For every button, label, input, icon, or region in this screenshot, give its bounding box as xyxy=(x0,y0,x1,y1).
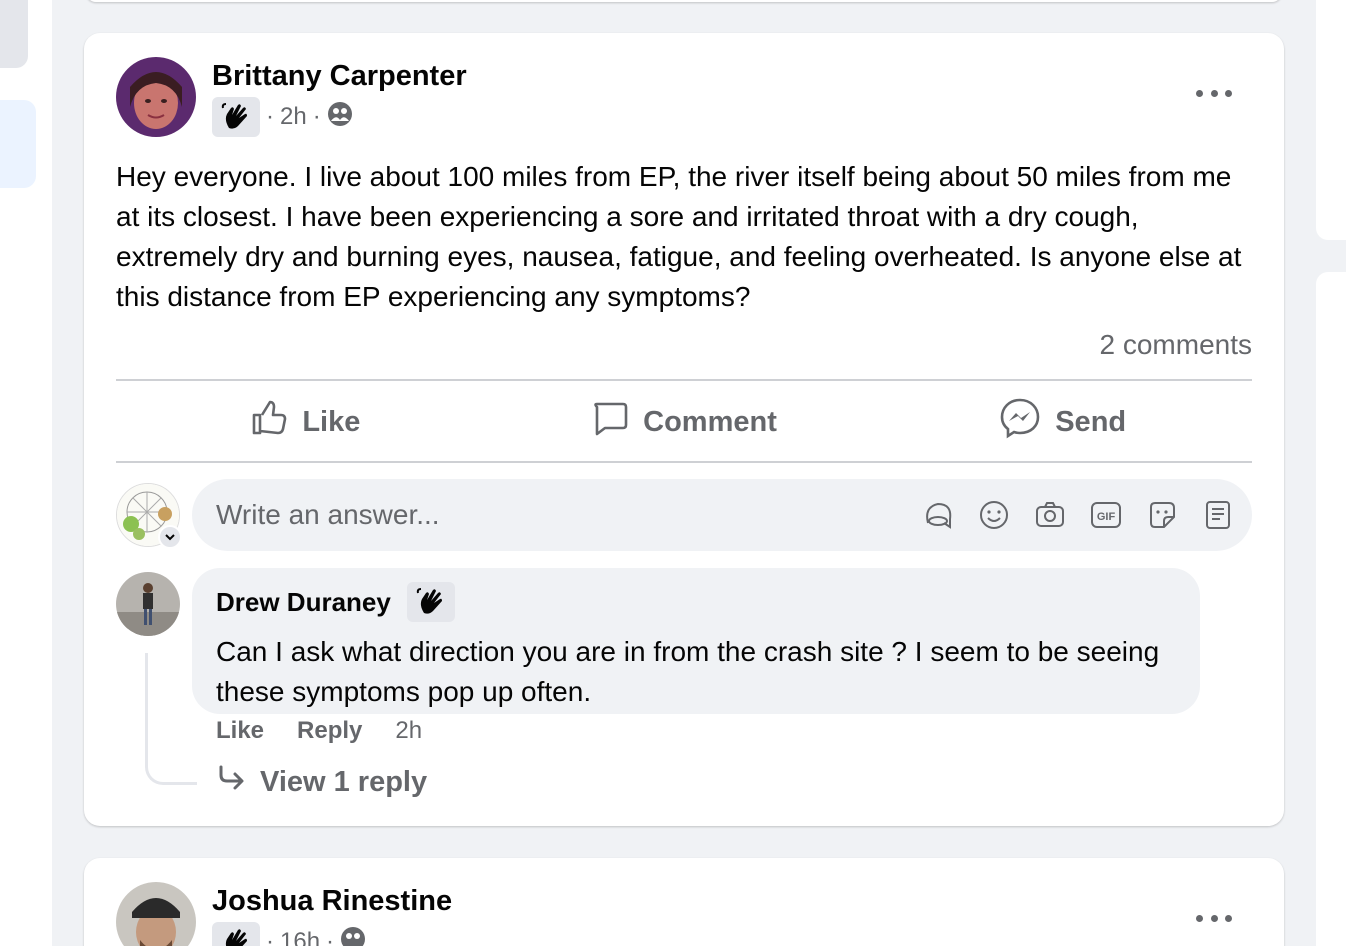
comment-label: Comment xyxy=(643,405,777,438)
group-members-icon[interactable] xyxy=(340,926,366,946)
comment-text: Can I ask what direction you are in from… xyxy=(216,636,1160,707)
clipboard-icon[interactable] xyxy=(1202,499,1234,531)
wave-hand-icon[interactable] xyxy=(212,97,260,137)
meta-separator: · xyxy=(266,928,274,946)
post-actions: Like Comment Send xyxy=(116,382,1252,462)
emoji-icon[interactable] xyxy=(978,499,1010,531)
speech-bubble-icon xyxy=(591,399,629,445)
left-rail xyxy=(0,0,52,946)
comment-count[interactable]: 2 comments xyxy=(1100,329,1253,361)
divider xyxy=(116,461,1252,463)
post-meta: · 16h · xyxy=(212,922,366,946)
chevron-down-icon[interactable] xyxy=(158,525,182,549)
camera-icon[interactable] xyxy=(1034,499,1066,531)
group-members-icon[interactable] xyxy=(327,101,353,134)
left-rail-item-selected[interactable] xyxy=(0,100,36,188)
post-card: Brittany Carpenter · 2h · Hey everyone. … xyxy=(84,33,1284,826)
wave-hand-icon[interactable] xyxy=(212,922,260,946)
send-button[interactable]: Send xyxy=(873,382,1252,462)
comment-actions: Like Reply 2h xyxy=(216,717,422,745)
answer-placeholder: Write an answer... xyxy=(216,499,440,530)
messenger-icon xyxy=(999,397,1041,447)
post-timestamp[interactable]: 16h xyxy=(280,928,320,946)
comment-thread-line xyxy=(145,653,197,785)
right-rail-card xyxy=(1316,0,1346,240)
comment-like-button[interactable]: Like xyxy=(216,717,264,745)
author-avatar[interactable] xyxy=(116,57,196,137)
send-label: Send xyxy=(1055,405,1127,438)
more-options-icon[interactable] xyxy=(1196,910,1232,926)
wave-hand-icon[interactable] xyxy=(406,582,455,622)
right-rail xyxy=(1316,0,1346,946)
thumbs-up-icon xyxy=(250,399,288,445)
comment-header: Drew Duraney xyxy=(216,582,1176,622)
comment-button[interactable]: Comment xyxy=(495,382,874,462)
comment-author-name[interactable]: Drew Duraney xyxy=(216,587,391,618)
meta-separator: · xyxy=(266,103,274,130)
meta-separator: · xyxy=(312,103,321,130)
post-author-name[interactable]: Brittany Carpenter xyxy=(212,60,467,93)
comment-timestamp[interactable]: 2h xyxy=(395,717,422,745)
svg-text:GIF: GIF xyxy=(1097,511,1116,523)
comment-reply-button[interactable]: Reply xyxy=(297,717,362,745)
post-card: Joshua Rinestine · 16h · xyxy=(84,858,1284,946)
answer-input[interactable]: Write an answer... GIF xyxy=(192,479,1252,551)
post-meta: · 2h · xyxy=(212,97,353,137)
author-avatar[interactable] xyxy=(116,882,196,946)
left-rail-item[interactable] xyxy=(0,0,28,68)
divider xyxy=(116,379,1252,381)
previous-post-card xyxy=(86,0,1282,2)
post-body: Hey everyone. I live about 100 miles fro… xyxy=(116,161,1242,312)
right-rail-card xyxy=(1316,272,1346,946)
like-button[interactable]: Like xyxy=(116,382,495,462)
view-replies-label: View 1 reply xyxy=(260,765,428,798)
commenter-avatar[interactable] xyxy=(116,572,180,636)
reply-arrow-icon xyxy=(216,763,246,801)
gif-icon[interactable]: GIF xyxy=(1090,499,1122,531)
comment-bubble: Drew Duraney Can I ask what direction yo… xyxy=(192,568,1200,714)
like-label: Like xyxy=(302,405,361,438)
more-options-icon[interactable] xyxy=(1196,85,1232,101)
meta-separator: · xyxy=(326,928,335,946)
post-author-name[interactable]: Joshua Rinestine xyxy=(212,885,452,918)
view-replies-button[interactable]: View 1 reply xyxy=(216,763,427,801)
sticker-icon[interactable] xyxy=(1146,499,1178,531)
post-timestamp[interactable]: 2h xyxy=(280,103,307,131)
composer-tools: GIF xyxy=(922,499,1252,531)
avatar-sticker-icon[interactable] xyxy=(922,499,954,531)
